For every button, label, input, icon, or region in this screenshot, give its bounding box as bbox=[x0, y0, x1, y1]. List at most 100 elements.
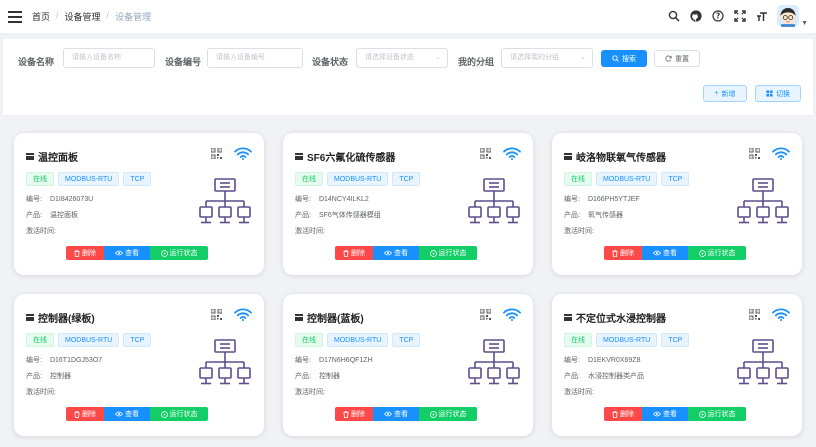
device-title: SF6六氟化硫传感器 bbox=[295, 149, 395, 164]
trash-icon bbox=[343, 249, 349, 257]
delete-button[interactable]: 删除 bbox=[604, 246, 642, 260]
run-status-button[interactable]: 运行状态 bbox=[419, 407, 477, 421]
run-status-button[interactable]: 运行状态 bbox=[419, 246, 477, 260]
serial-value: D1EKVR0X69Z8 bbox=[587, 357, 641, 364]
my-group-select[interactable]: 请选择我的分组 ⌄ bbox=[501, 48, 593, 68]
serial-value: D16T1DGJ53O7 bbox=[49, 357, 103, 364]
activated-row: 激活时间: bbox=[26, 226, 64, 236]
delete-label: 删除 bbox=[82, 411, 96, 418]
menu-icon[interactable] bbox=[8, 10, 22, 23]
refresh-icon bbox=[665, 55, 672, 62]
view-label: 查看 bbox=[663, 250, 677, 257]
delete-button[interactable]: 删除 bbox=[66, 407, 104, 421]
device-title: 岐洛物联氧气传感器 bbox=[564, 149, 666, 164]
question-icon[interactable]: ? bbox=[712, 10, 724, 22]
list-icon bbox=[295, 153, 303, 160]
delete-label: 删除 bbox=[82, 250, 96, 257]
device-card[interactable]: 不定位式水浸控制器 在线 MODBUS-RTU TCP 编号: D1EKVR0X6… bbox=[552, 294, 802, 436]
device-card[interactable]: SF6六氟化硫传感器 在线 MODBUS-RTU TCP 编号: D14NCY4I… bbox=[283, 133, 533, 275]
fullscreen-icon[interactable] bbox=[734, 10, 746, 22]
device-title: 不定位式水浸控制器 bbox=[564, 310, 666, 325]
switch-view-button[interactable]: 切换 bbox=[755, 85, 801, 102]
run-status-label: 运行状态 bbox=[169, 250, 198, 257]
search-icon[interactable] bbox=[668, 10, 680, 22]
product-label: 产品: bbox=[26, 212, 42, 219]
qrcode-icon[interactable] bbox=[749, 148, 760, 159]
view-button[interactable]: 查看 bbox=[642, 246, 688, 260]
activated-label: 激活时间: bbox=[564, 389, 594, 396]
protocol-badge: MODBUS-RTU bbox=[58, 172, 120, 186]
add-button-label: 新增 bbox=[721, 90, 736, 98]
run-status-label: 运行状态 bbox=[438, 411, 467, 418]
list-icon bbox=[564, 314, 572, 321]
search-icon bbox=[612, 55, 619, 62]
view-button[interactable]: 查看 bbox=[104, 246, 150, 260]
run-status-button[interactable]: 运行状态 bbox=[150, 407, 208, 421]
card-actions: 删除 查看 运行状态 bbox=[335, 246, 477, 260]
breadcrumb-home[interactable]: 首页 bbox=[32, 10, 50, 23]
device-card[interactable]: 岐洛物联氧气传感器 在线 MODBUS-RTU TCP 编号: D166PH5YT… bbox=[552, 133, 802, 275]
search-button-label: 搜索 bbox=[622, 55, 636, 63]
activated-label: 激活时间: bbox=[26, 389, 56, 396]
device-name: SF6六氟化硫传感器 bbox=[307, 153, 396, 164]
qrcode-icon[interactable] bbox=[480, 309, 491, 320]
breadcrumb-device-mgmt[interactable]: 设备管理 bbox=[65, 10, 101, 23]
search-filter-panel: 设备名称 请输入设备名称 设备编号 请输入设备编号 设备状态 请选择设备状态 ⌄… bbox=[2, 38, 814, 116]
delete-button[interactable]: 删除 bbox=[604, 407, 642, 421]
view-button[interactable]: 查看 bbox=[373, 407, 419, 421]
run-status-label: 运行状态 bbox=[438, 250, 467, 257]
qrcode-icon[interactable] bbox=[211, 309, 222, 320]
protocol-badge: MODBUS-RTU bbox=[327, 172, 389, 186]
view-button[interactable]: 查看 bbox=[373, 246, 419, 260]
wifi-icon bbox=[503, 308, 521, 321]
view-button[interactable]: 查看 bbox=[104, 407, 150, 421]
serial-value: D17N6H6QF1ZH bbox=[318, 357, 373, 364]
search-button[interactable]: 搜索 bbox=[601, 50, 647, 67]
device-name-label: 设备名称 bbox=[18, 57, 55, 67]
avatar[interactable] bbox=[777, 5, 800, 27]
protocol-badge: MODBUS-RTU bbox=[58, 333, 120, 347]
qrcode-icon[interactable] bbox=[480, 148, 491, 159]
device-name-input[interactable]: 请输入设备名称 bbox=[63, 48, 155, 68]
serial-label: 编号: bbox=[26, 357, 42, 364]
device-card[interactable]: 控制器(绿板) 在线 MODBUS-RTU TCP 编号: D16T1DGJ53O… bbox=[14, 294, 264, 436]
product-label: 产品: bbox=[295, 373, 311, 380]
run-status-button[interactable]: 运行状态 bbox=[688, 407, 746, 421]
delete-label: 删除 bbox=[351, 411, 365, 418]
play-circle-icon bbox=[429, 249, 437, 257]
delete-button[interactable]: 删除 bbox=[335, 246, 373, 260]
protocol-badge: MODBUS-RTU bbox=[596, 172, 658, 186]
eye-icon bbox=[115, 250, 123, 256]
play-circle-icon bbox=[160, 410, 168, 418]
wifi-icon bbox=[772, 147, 790, 160]
card-actions: 删除 查看 运行状态 bbox=[66, 407, 208, 421]
serial-label: 编号: bbox=[295, 196, 311, 203]
view-button[interactable]: 查看 bbox=[642, 407, 688, 421]
device-serial-input[interactable]: 请输入设备编号 bbox=[207, 48, 303, 68]
activated-row: 激活时间: bbox=[26, 387, 64, 397]
delete-button[interactable]: 删除 bbox=[66, 246, 104, 260]
delete-button[interactable]: 删除 bbox=[335, 407, 373, 421]
font-size-icon[interactable] bbox=[756, 10, 768, 22]
reset-button[interactable]: 重置 bbox=[654, 50, 700, 67]
device-title: 控制器(绿板) bbox=[26, 310, 95, 325]
run-status-button[interactable]: 运行状态 bbox=[150, 246, 208, 260]
network-topology-icon bbox=[737, 339, 789, 385]
qrcode-icon[interactable] bbox=[211, 148, 222, 159]
device-card[interactable]: 温控面板 在线 MODBUS-RTU TCP 编号: D1I8426073U 产… bbox=[14, 133, 264, 275]
github-icon[interactable] bbox=[690, 10, 702, 22]
user-menu[interactable]: ▼ bbox=[777, 5, 808, 27]
network-topology-icon bbox=[468, 339, 520, 385]
chevron-down-icon[interactable]: ▼ bbox=[801, 20, 808, 27]
run-status-label: 运行状态 bbox=[169, 411, 198, 418]
breadcrumb-separator: / bbox=[56, 10, 59, 20]
product-row: 产品: 控制器 bbox=[295, 371, 340, 381]
device-card[interactable]: 控制器(蓝板) 在线 MODBUS-RTU TCP 编号: D17N6H6QF1Z… bbox=[283, 294, 533, 436]
device-status-select[interactable]: 请选择设备状态 ⌄ bbox=[356, 48, 448, 68]
add-button[interactable]: + 新增 bbox=[703, 85, 747, 102]
trash-icon bbox=[74, 249, 80, 257]
qrcode-icon[interactable] bbox=[749, 309, 760, 320]
run-status-button[interactable]: 运行状态 bbox=[688, 246, 746, 260]
list-icon bbox=[26, 153, 34, 160]
eye-icon bbox=[384, 411, 392, 417]
